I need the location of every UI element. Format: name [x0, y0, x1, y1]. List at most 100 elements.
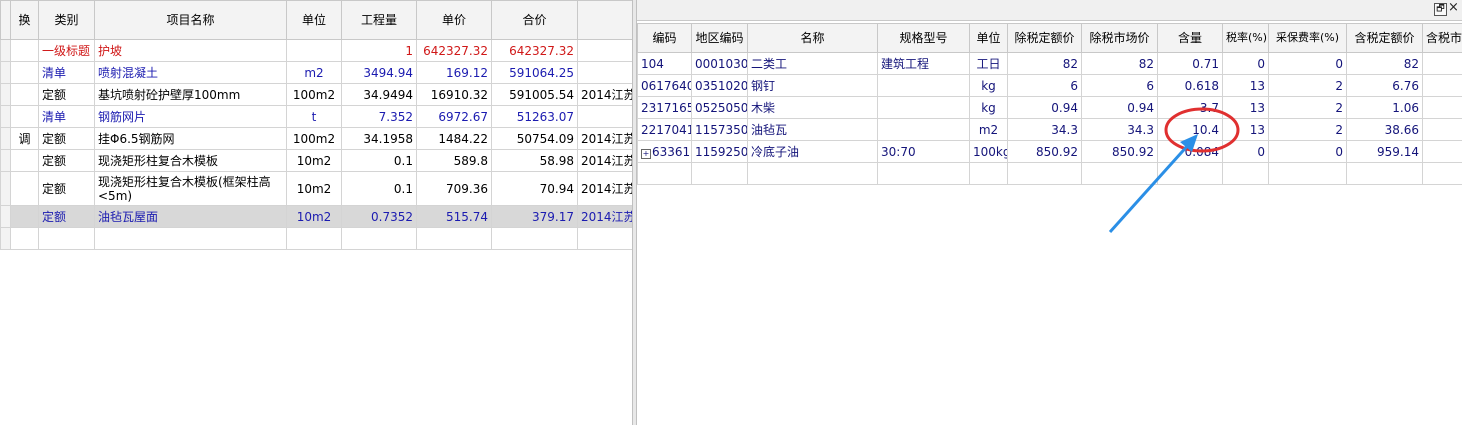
cell-fee-rate[interactable]: 2 — [1268, 96, 1347, 119]
cell-huan[interactable] — [10, 83, 39, 106]
cell-market-price[interactable]: 34.3 — [1081, 118, 1158, 141]
cell-tax-base-price[interactable]: 82 — [1346, 52, 1423, 75]
cell-unit[interactable]: 10m2 — [286, 149, 342, 172]
empty-cell[interactable] — [691, 162, 748, 185]
cell-extra[interactable] — [577, 105, 632, 128]
cell-market-price[interactable]: 850.92 — [1081, 140, 1158, 163]
cell-total[interactable]: 58.98 — [491, 149, 578, 172]
cell-name[interactable]: 木柴 — [747, 96, 878, 119]
cell-base-price[interactable]: 34.3 — [1007, 118, 1082, 141]
empty-cell[interactable] — [1268, 162, 1347, 185]
cell-market-price[interactable]: 6 — [1081, 74, 1158, 97]
cell-tax-market[interactable] — [1422, 96, 1462, 119]
cell-unit-price[interactable]: 1484.22 — [416, 127, 492, 150]
cell-quantity[interactable]: 0.1 — [341, 171, 417, 206]
cell-category[interactable]: 定额 — [38, 149, 95, 172]
table-row[interactable]: 定额 现浇矩形柱复合木模板(框架柱高<5m) 10m2 0.1 709.36 7… — [0, 171, 632, 206]
cell-tax-market[interactable]: 95 — [1422, 140, 1462, 163]
table-row[interactable]: +63361 11592509 冷底子油 30:70 100kg 850.92 … — [637, 140, 1462, 163]
cell-unit[interactable]: kg — [969, 96, 1008, 119]
empty-cell[interactable] — [1422, 162, 1462, 185]
cell-total[interactable]: 70.94 — [491, 171, 578, 206]
cell-huan[interactable]: 调 — [10, 127, 39, 150]
cell-item-name[interactable]: 挂Φ6.5钢筋网 — [94, 127, 287, 150]
cell-tax-base-price[interactable]: 38.66 — [1346, 118, 1423, 141]
header-huan[interactable]: 换 — [10, 0, 39, 40]
cell-quantity[interactable]: 3494.94 — [341, 61, 417, 84]
empty-cell[interactable] — [491, 227, 578, 250]
header-name[interactable]: 名称 — [747, 23, 878, 53]
cell-extra[interactable]: 2014江苏 — [577, 83, 632, 106]
cell-huan[interactable] — [10, 171, 39, 206]
empty-cell[interactable] — [747, 162, 878, 185]
table-row[interactable]: 104 00010301 二类工 建筑工程 工日 82 82 0.71 0 0 … — [637, 52, 1462, 75]
cell-item-name[interactable]: 钢筋网片 — [94, 105, 287, 128]
cell-spec[interactable] — [877, 96, 970, 119]
cell-market-price[interactable]: 82 — [1081, 52, 1158, 75]
cell-unit-price[interactable]: 589.8 — [416, 149, 492, 172]
header-market-price[interactable]: 除税市场价 — [1081, 23, 1158, 53]
cell-category[interactable]: 清单 — [38, 61, 95, 84]
cell-tax-rate[interactable]: 13 — [1222, 118, 1269, 141]
cell-market-price[interactable]: 0.94 — [1081, 96, 1158, 119]
cell-content[interactable]: 0.618 — [1157, 74, 1223, 97]
cell-code[interactable]: 2217041 — [637, 118, 692, 141]
cell-unit[interactable]: 10m2 — [286, 205, 342, 228]
empty-cell[interactable] — [637, 162, 692, 185]
cell-total[interactable]: 51263.07 — [491, 105, 578, 128]
header-code[interactable]: 编码 — [637, 23, 692, 53]
cell-category[interactable]: 定额 — [38, 171, 95, 206]
cell-name[interactable]: 油毡瓦 — [747, 118, 878, 141]
cell-item-name[interactable]: 现浇矩形柱复合木模板 — [94, 149, 287, 172]
cell-extra[interactable] — [577, 61, 632, 84]
table-row-empty[interactable] — [637, 162, 1462, 185]
header-quantity[interactable]: 工程量 — [341, 0, 417, 40]
cell-spec[interactable]: 30:70 — [877, 140, 970, 163]
empty-cell[interactable] — [1007, 162, 1082, 185]
header-tax-base-price[interactable]: 含税定额价 — [1346, 23, 1423, 53]
cell-quantity[interactable]: 1 — [341, 39, 417, 62]
cell-tax-rate[interactable]: 13 — [1222, 96, 1269, 119]
header-unit[interactable]: 单位 — [969, 23, 1008, 53]
cell-category[interactable]: 一级标题 — [38, 39, 95, 62]
header-content[interactable]: 含量 — [1157, 23, 1223, 53]
cell-name[interactable]: 冷底子油 — [747, 140, 878, 163]
cell-content[interactable]: 10.4 — [1157, 118, 1223, 141]
cell-name[interactable]: 钢钉 — [747, 74, 878, 97]
header-fee-rate[interactable]: 采保费率(%) — [1268, 23, 1347, 53]
cell-item-name[interactable]: 基坑喷射砼护壁厚100mm — [94, 83, 287, 106]
cell-quantity[interactable]: 34.1958 — [341, 127, 417, 150]
table-row-selected[interactable]: 定额 油毡瓦屋面 10m2 0.7352 515.74 379.17 2014江… — [0, 205, 632, 228]
cell-base-price[interactable]: 6 — [1007, 74, 1082, 97]
cell-code[interactable]: +63361 — [637, 140, 692, 163]
cell-unit[interactable]: 100m2 — [286, 127, 342, 150]
header-spec[interactable]: 规格型号 — [877, 23, 970, 53]
table-row[interactable]: 2217041 11573505 油毡瓦 m2 34.3 34.3 10.4 1… — [637, 118, 1462, 141]
header-unit-price[interactable]: 单价 — [416, 0, 492, 40]
cell-total[interactable]: 591064.25 — [491, 61, 578, 84]
cell-code[interactable]: 104 — [637, 52, 692, 75]
cell-item-name[interactable]: 现浇矩形柱复合木模板(框架柱高<5m) — [94, 171, 287, 206]
table-row-empty[interactable] — [0, 227, 632, 250]
cell-huan[interactable] — [10, 61, 39, 84]
cell-total[interactable]: 379.17 — [491, 205, 578, 228]
cell-name[interactable]: 二类工 — [747, 52, 878, 75]
empty-cell[interactable] — [1081, 162, 1158, 185]
header-item-name[interactable]: 项目名称 — [94, 0, 287, 40]
cell-unit[interactable] — [286, 39, 342, 62]
cell-unit[interactable]: t — [286, 105, 342, 128]
cell-spec[interactable] — [877, 118, 970, 141]
cell-unit-price[interactable]: 642327.32 — [416, 39, 492, 62]
cell-unit[interactable]: 100kg — [969, 140, 1008, 163]
cell-extra[interactable]: 2014江苏 — [577, 149, 632, 172]
cell-tax-rate[interactable]: 0 — [1222, 52, 1269, 75]
cell-content[interactable]: 0.71 — [1157, 52, 1223, 75]
empty-cell[interactable] — [969, 162, 1008, 185]
cell-quantity[interactable]: 34.9494 — [341, 83, 417, 106]
cell-category[interactable]: 定额 — [38, 205, 95, 228]
cell-base-price[interactable]: 82 — [1007, 52, 1082, 75]
cell-tax-market[interactable] — [1422, 52, 1462, 75]
cell-code[interactable]: 0617640 — [637, 74, 692, 97]
cell-huan[interactable] — [10, 39, 39, 62]
cell-fee-rate[interactable]: 0 — [1268, 52, 1347, 75]
